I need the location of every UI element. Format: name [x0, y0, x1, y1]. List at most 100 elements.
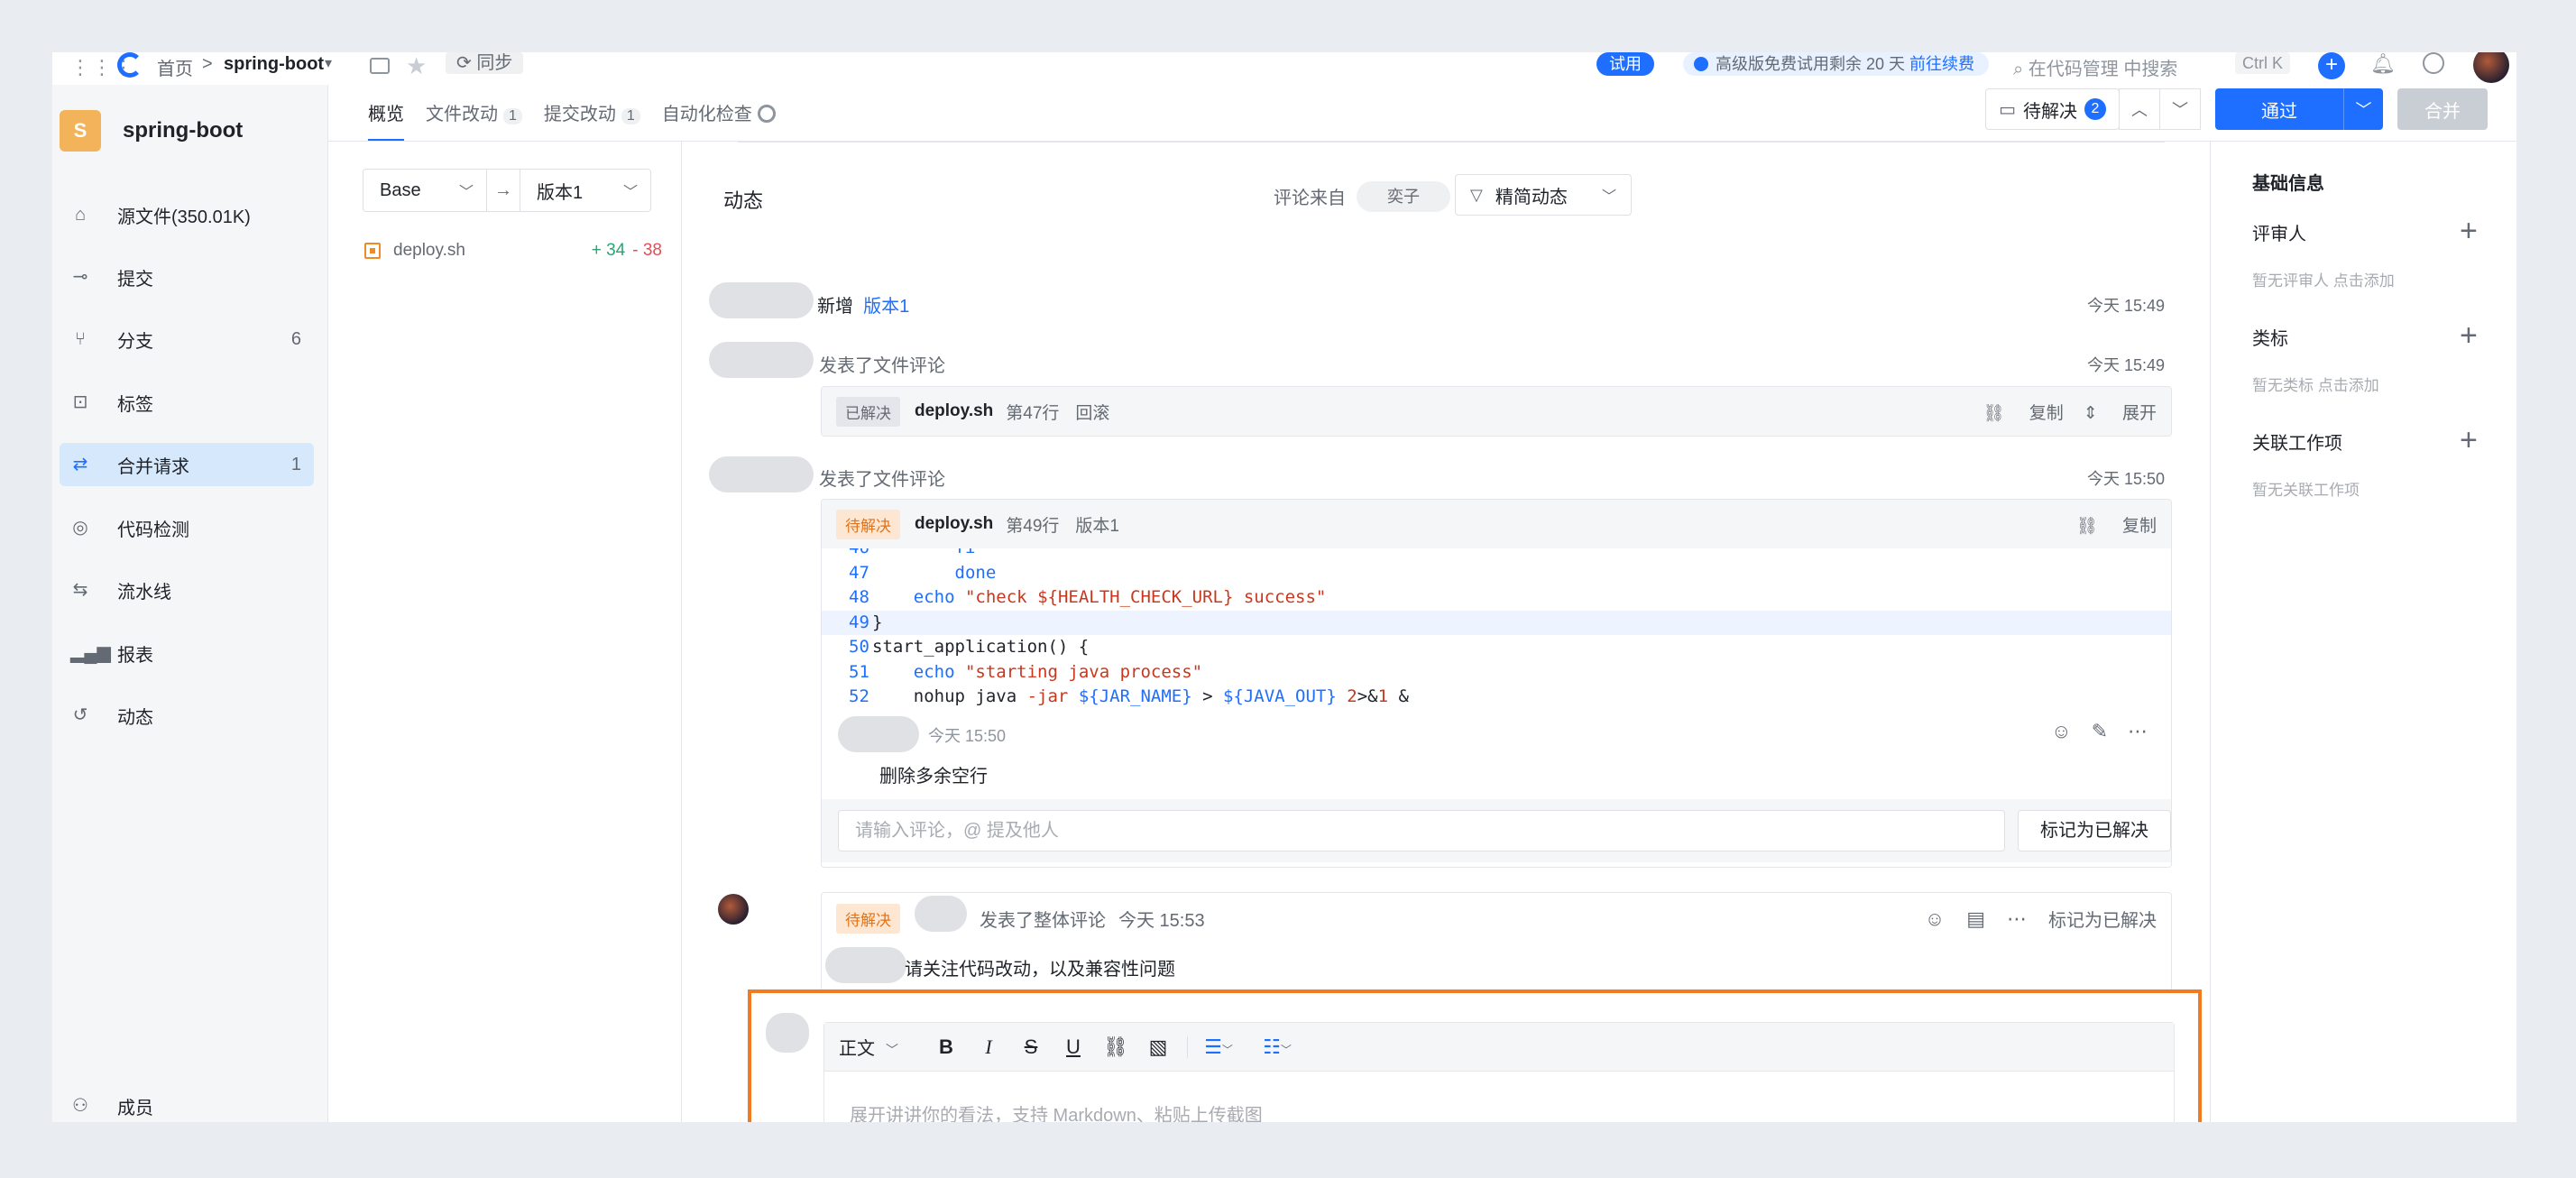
overall-comment-header: 待解决 发表了整体评论 今天 15:53	[836, 895, 1205, 934]
more-icon[interactable]: ⋯	[2128, 720, 2148, 743]
thread-actions: ⛓︎ 复制	[2056, 512, 2157, 537]
activity-title: 动态	[723, 189, 764, 212]
star-icon[interactable]: ★	[406, 52, 427, 80]
text-style-select[interactable]: 正文 ﹀	[839, 1034, 898, 1060]
thread-file[interactable]: deploy.sh	[915, 514, 993, 534]
image-icon[interactable]: ▧	[1145, 1035, 1172, 1059]
thread-file[interactable]: deploy.sh	[915, 401, 993, 421]
overall-actions: ☺ ▤ ⋯ 标记为已解决	[1903, 906, 2157, 932]
copy-link-button[interactable]: ⛓︎ 复制	[1983, 400, 2063, 424]
sidebar-item-tags[interactable]: ⊡ 标签	[60, 381, 314, 424]
search-shortcut: Ctrl K	[2235, 52, 2290, 74]
add-reviewer-plus-icon[interactable]: +	[2460, 216, 2478, 246]
text-style-value: 正文	[839, 1039, 875, 1059]
line-number: 49	[849, 612, 869, 632]
file-item[interactable]: deploy.sh + 34 - 38	[364, 241, 662, 261]
add-label-plus-icon[interactable]: +	[2460, 320, 2478, 351]
event-time: 今天 15:49	[2086, 297, 2165, 315]
toolbar-divider	[1187, 1035, 1188, 1058]
activity-filter-select[interactable]: ▽ 精简动态 ﹀	[1455, 174, 1632, 216]
next-comment-button[interactable]: ﹀	[2159, 88, 2201, 130]
editor-input[interactable]: 展开讲讲你的看法，支持 Markdown、粘贴上传截图	[850, 1100, 1263, 1122]
logo-icon[interactable]	[117, 52, 143, 78]
italic-icon[interactable]: I	[975, 1035, 1002, 1059]
reply-actions: ☺ ✎ ⋯	[2031, 720, 2148, 743]
sidebar-item-label: 标签	[117, 394, 153, 415]
expand-button[interactable]: ⇕ 展开	[2084, 400, 2157, 424]
status-badge: 待解决	[836, 509, 900, 539]
emoji-icon[interactable]: ☺	[2051, 720, 2071, 743]
repo-header[interactable]: S spring-boot	[60, 110, 243, 152]
numbered-list-icon[interactable]: ☷﹀	[1256, 1035, 1299, 1059]
tab-label: 文件改动	[426, 105, 498, 124]
sidebar-item-pipeline[interactable]: ⇆ 流水线	[60, 568, 314, 612]
trial-badge[interactable]: 试用	[1596, 52, 1654, 76]
sidebar-item-activity[interactable]: ↺ 动态	[60, 694, 314, 737]
copy-link-button[interactable]: ⛓︎ 复制	[2076, 512, 2157, 537]
user-avatar[interactable]	[2473, 52, 2509, 83]
breadcrumb-home[interactable]: 首页	[157, 54, 193, 80]
merge-button[interactable]: 合并	[2397, 88, 2488, 130]
mark-resolved-button[interactable]: 标记为已解决	[2048, 906, 2157, 932]
tab-overview[interactable]: 概览	[368, 99, 404, 142]
reply-icon[interactable]: ▤	[1966, 907, 1985, 931]
work-items-empty: 暂无关联工作项	[2252, 482, 2360, 499]
thread-line: 第49行	[1006, 516, 1060, 536]
create-plus-icon[interactable]: +	[2318, 52, 2345, 79]
pending-comments-button[interactable]: ▭ 待解决 2	[1985, 88, 2120, 130]
app-window: ⋮⋮⋮ 首页 > spring-boot ▾ ★ ⟳ 同步 试用 高级版免费试用…	[52, 52, 2516, 1122]
reply-input[interactable]: 请输入评论，@ 提及他人	[838, 810, 2005, 851]
breadcrumb-repo[interactable]: spring-boot	[224, 54, 324, 75]
info-panel: 基础信息 评审人 + 暂无评审人 点击添加 类标 + 暂无类标 点击添加 关联工…	[2210, 142, 2516, 1122]
underline-icon[interactable]: U	[1060, 1035, 1087, 1059]
chevron-down-icon[interactable]: ▾	[325, 54, 332, 72]
tab-count: 1	[621, 108, 640, 124]
sidebar-item-members[interactable]: ⚇ 成员	[60, 1084, 314, 1122]
version-link[interactable]: 版本1	[863, 297, 909, 317]
avatar	[709, 456, 814, 492]
tab-commit-changes[interactable]: 提交改动 1	[544, 99, 640, 142]
edit-icon[interactable]: ✎	[2092, 720, 2108, 743]
sidebar-item-files[interactable]: ⌂ 源文件(350.01K)	[60, 193, 314, 236]
mr-tabs: 概览 文件改动 1 提交改动 1 自动化检查	[368, 99, 797, 142]
event-file-comment: 发表了文件评论	[819, 470, 945, 490]
renew-link[interactable]: 前往续费	[1909, 55, 1974, 73]
bullet-list-icon[interactable]: ☰﹀	[1197, 1035, 1240, 1059]
tab-auto-checks[interactable]: 自动化检查	[662, 99, 776, 142]
reply-text: 删除多余空行	[879, 767, 988, 787]
labels-empty[interactable]: 暂无类标 点击添加	[2252, 373, 2379, 395]
more-icon[interactable]: ⋯	[2007, 907, 2027, 931]
add-work-item-plus-icon[interactable]: +	[2460, 425, 2478, 456]
line-number: 52	[849, 686, 869, 706]
comment-editor-frame: 正文 ﹀ B I S U ⛓︎ ▧ ☰﹀ ☷﹀ 展开讲讲你的看法，支持 Markd…	[748, 989, 2202, 1122]
approve-button[interactable]: 通过	[2215, 88, 2343, 130]
sidebar-item-code-scan[interactable]: ◎ 代码检测	[60, 506, 314, 549]
mark-resolved-button[interactable]: 标记为已解决	[2018, 810, 2171, 851]
bell-icon[interactable]: 🔔︎	[2370, 52, 2396, 76]
sidebar-item-merge-requests[interactable]: ⇄ 合并请求 1	[60, 443, 314, 486]
reviewers-empty[interactable]: 暂无评审人 点击添加	[2252, 268, 2395, 290]
global-search[interactable]: ⌕ 在代码管理 中搜索	[2013, 54, 2177, 80]
emoji-icon[interactable]: ☺	[1925, 907, 1945, 931]
help-icon[interactable]	[2423, 52, 2444, 74]
bold-icon[interactable]: B	[933, 1035, 960, 1059]
prev-comment-button[interactable]: ︿	[2119, 88, 2160, 130]
sidebar-item-reports[interactable]: ▂▄▆ 报表	[60, 631, 314, 675]
approve-dropdown-button[interactable]: ﹀	[2343, 88, 2383, 130]
book-icon[interactable]	[370, 58, 390, 74]
base-select[interactable]: Base ﹀	[363, 169, 487, 212]
work-items-label: 关联工作项	[2252, 434, 2342, 454]
version-select[interactable]: 版本1 ﹀	[520, 169, 651, 212]
code-line: 47 done	[822, 561, 2171, 586]
tab-file-changes[interactable]: 文件改动 1	[426, 99, 522, 142]
code-line: 46 fi	[822, 548, 2171, 561]
author-name	[915, 895, 967, 932]
comments-from-filter[interactable]: 奕子	[1357, 181, 1450, 212]
strikethrough-icon[interactable]: S	[1017, 1035, 1044, 1059]
sidebar-item-commits[interactable]: ⊸ 提交	[60, 255, 314, 299]
version-select-value: 版本1	[537, 182, 584, 203]
chart-icon: ▂▄▆	[70, 643, 111, 663]
sync-button[interactable]: ⟳ 同步	[446, 52, 524, 74]
link-icon[interactable]: ⛓︎	[1102, 1035, 1129, 1059]
sidebar-item-branches[interactable]: ⑂ 分支 6	[60, 318, 314, 361]
